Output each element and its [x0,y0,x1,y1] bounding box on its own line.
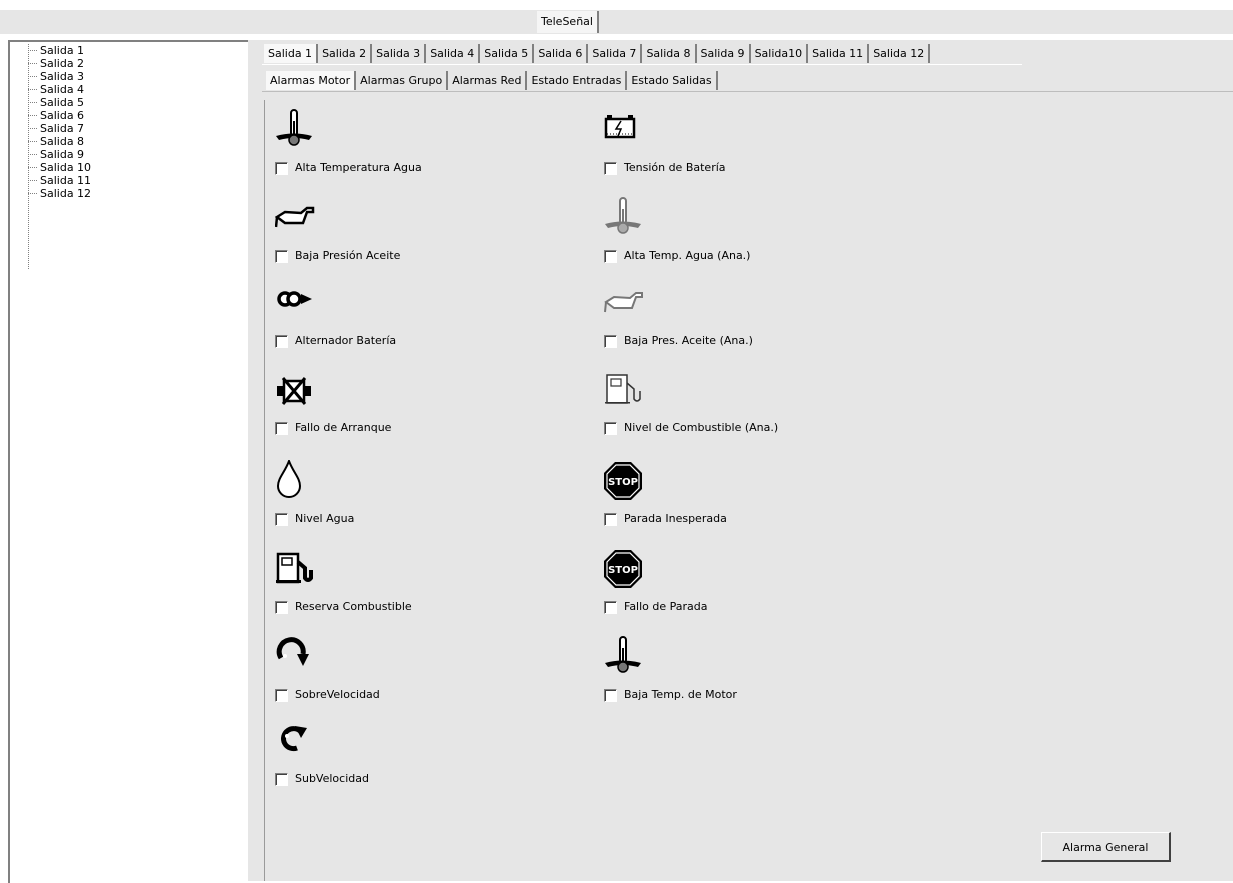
stop-sign-icon: STOP [604,462,642,500]
tab-salida-9[interactable]: Salida 9 [696,44,751,63]
checkbox[interactable] [275,773,288,786]
output-tree: Salida 1 Salida 2 Salida 3 Salida 4 Sali… [28,44,91,269]
alarma-general-button[interactable]: Alarma General [1041,832,1171,862]
tab-salida-7[interactable]: Salida 7 [588,44,643,63]
alternator-icon [277,291,312,307]
alarm-label: Baja Temp. de Motor [624,688,737,701]
alarm-label: SubVelocidad [295,772,369,785]
checkbox[interactable] [275,513,288,526]
starter-motor-icon [277,377,311,405]
oil-can-icon [275,206,315,228]
alarm-label: Alta Temp. Agua (Ana.) [624,249,751,262]
checkbox[interactable] [604,335,617,348]
tree-item-salida-8[interactable]: Salida 8 [28,135,91,148]
checkbox[interactable] [604,250,617,263]
checkbox[interactable] [604,689,617,702]
category-tabs: Alarmas Motor Alarmas Grupo Alarmas Red … [266,71,718,90]
tree-item-salida-7[interactable]: Salida 7 [28,122,91,135]
tab-salida-5[interactable]: Salida 5 [480,44,535,63]
tree-item-salida-12[interactable]: Salida 12 [28,187,91,200]
checkbox[interactable] [604,513,617,526]
alarm-label: Alternador Batería [295,334,397,347]
tab-estado-salidas[interactable]: Estado Salidas [627,71,718,90]
alarm-label: Nivel Agua [295,512,355,525]
overspeed-arrow-icon [276,637,309,666]
alarm-label: Fallo de Arranque [295,421,392,434]
tab-salida-4[interactable]: Salida 4 [426,44,481,63]
checkbox[interactable] [275,335,288,348]
tree-item-salida-1[interactable]: Salida 1 [28,44,91,57]
checkbox[interactable] [275,422,288,435]
output-tree-panel: Salida 1 Salida 2 Salida 3 Salida 4 Sali… [8,40,248,883]
tab-salida-12[interactable]: Salida 12 [869,44,931,63]
alarm-label: Baja Pres. Aceite (Ana.) [624,334,753,347]
tab-alarmas-grupo[interactable]: Alarmas Grupo [356,71,449,90]
svg-text:STOP: STOP [608,565,638,576]
checkbox[interactable] [604,601,617,614]
alarm-label: Parada Inesperada [624,512,727,525]
water-drop-icon [276,460,302,498]
thermometer-icon [605,197,641,234]
alarm-label: Tensión de Batería [624,161,726,174]
tab-strip-line [262,64,1022,65]
tree-item-salida-11[interactable]: Salida 11 [28,174,91,187]
oil-can-icon [604,292,643,313]
tab-salida-10[interactable]: Salida10 [750,44,809,63]
thermometer-icon [605,636,641,673]
alarm-label: Baja Presión Aceite [295,249,401,262]
checkbox[interactable] [275,250,288,263]
tab-salida-6[interactable]: Salida 6 [534,44,589,63]
checkbox[interactable] [275,162,288,175]
tree-item-salida-3[interactable]: Salida 3 [28,70,91,83]
tab-alarmas-red[interactable]: Alarmas Red [448,71,528,90]
fuel-pump-icon [276,552,313,584]
tree-item-salida-2[interactable]: Salida 2 [28,57,91,70]
tree-item-salida-4[interactable]: Salida 4 [28,83,91,96]
title-bar [0,10,1233,34]
tree-item-salida-5[interactable]: Salida 5 [28,96,91,109]
alarm-label: Reserva Combustible [295,600,412,613]
battery-icon [604,115,636,139]
tree-item-salida-6[interactable]: Salida 6 [28,109,91,122]
tab-salida-3[interactable]: Salida 3 [372,44,427,63]
alarm-label: Alta Temperatura Agua [295,161,422,174]
tab-strip-line [262,91,1233,92]
tab-teleseñal[interactable]: TeleSeñal [537,11,599,33]
tree-item-salida-9[interactable]: Salida 9 [28,148,91,161]
tab-estado-entradas[interactable]: Estado Entradas [527,71,628,90]
tab-salida-2[interactable]: Salida 2 [318,44,373,63]
svg-text:STOP: STOP [608,477,638,488]
tab-salida-1[interactable]: Salida 1 [264,44,319,63]
alarm-label: Nivel de Combustible (Ana.) [624,421,779,434]
checkbox[interactable] [604,162,617,175]
tab-salida-11[interactable]: Salida 11 [808,44,870,63]
checkbox[interactable] [275,601,288,614]
stop-sign-icon: STOP [604,550,642,588]
underspeed-arrow-icon [281,726,307,752]
content-frame-edge [259,100,265,881]
output-tabs: Salida 1 Salida 2 Salida 3 Salida 4 Sali… [264,44,931,63]
thermometer-icon [276,109,312,146]
tree-item-salida-10[interactable]: Salida 10 [28,161,91,174]
fuel-pump-icon [605,374,641,404]
checkbox[interactable] [604,422,617,435]
alarm-label: Fallo de Parada [624,600,708,613]
tab-salida-8[interactable]: Salida 8 [642,44,697,63]
tab-alarmas-motor[interactable]: Alarmas Motor [266,71,357,90]
checkbox[interactable] [275,689,288,702]
alarm-label: SobreVelocidad [295,688,380,701]
